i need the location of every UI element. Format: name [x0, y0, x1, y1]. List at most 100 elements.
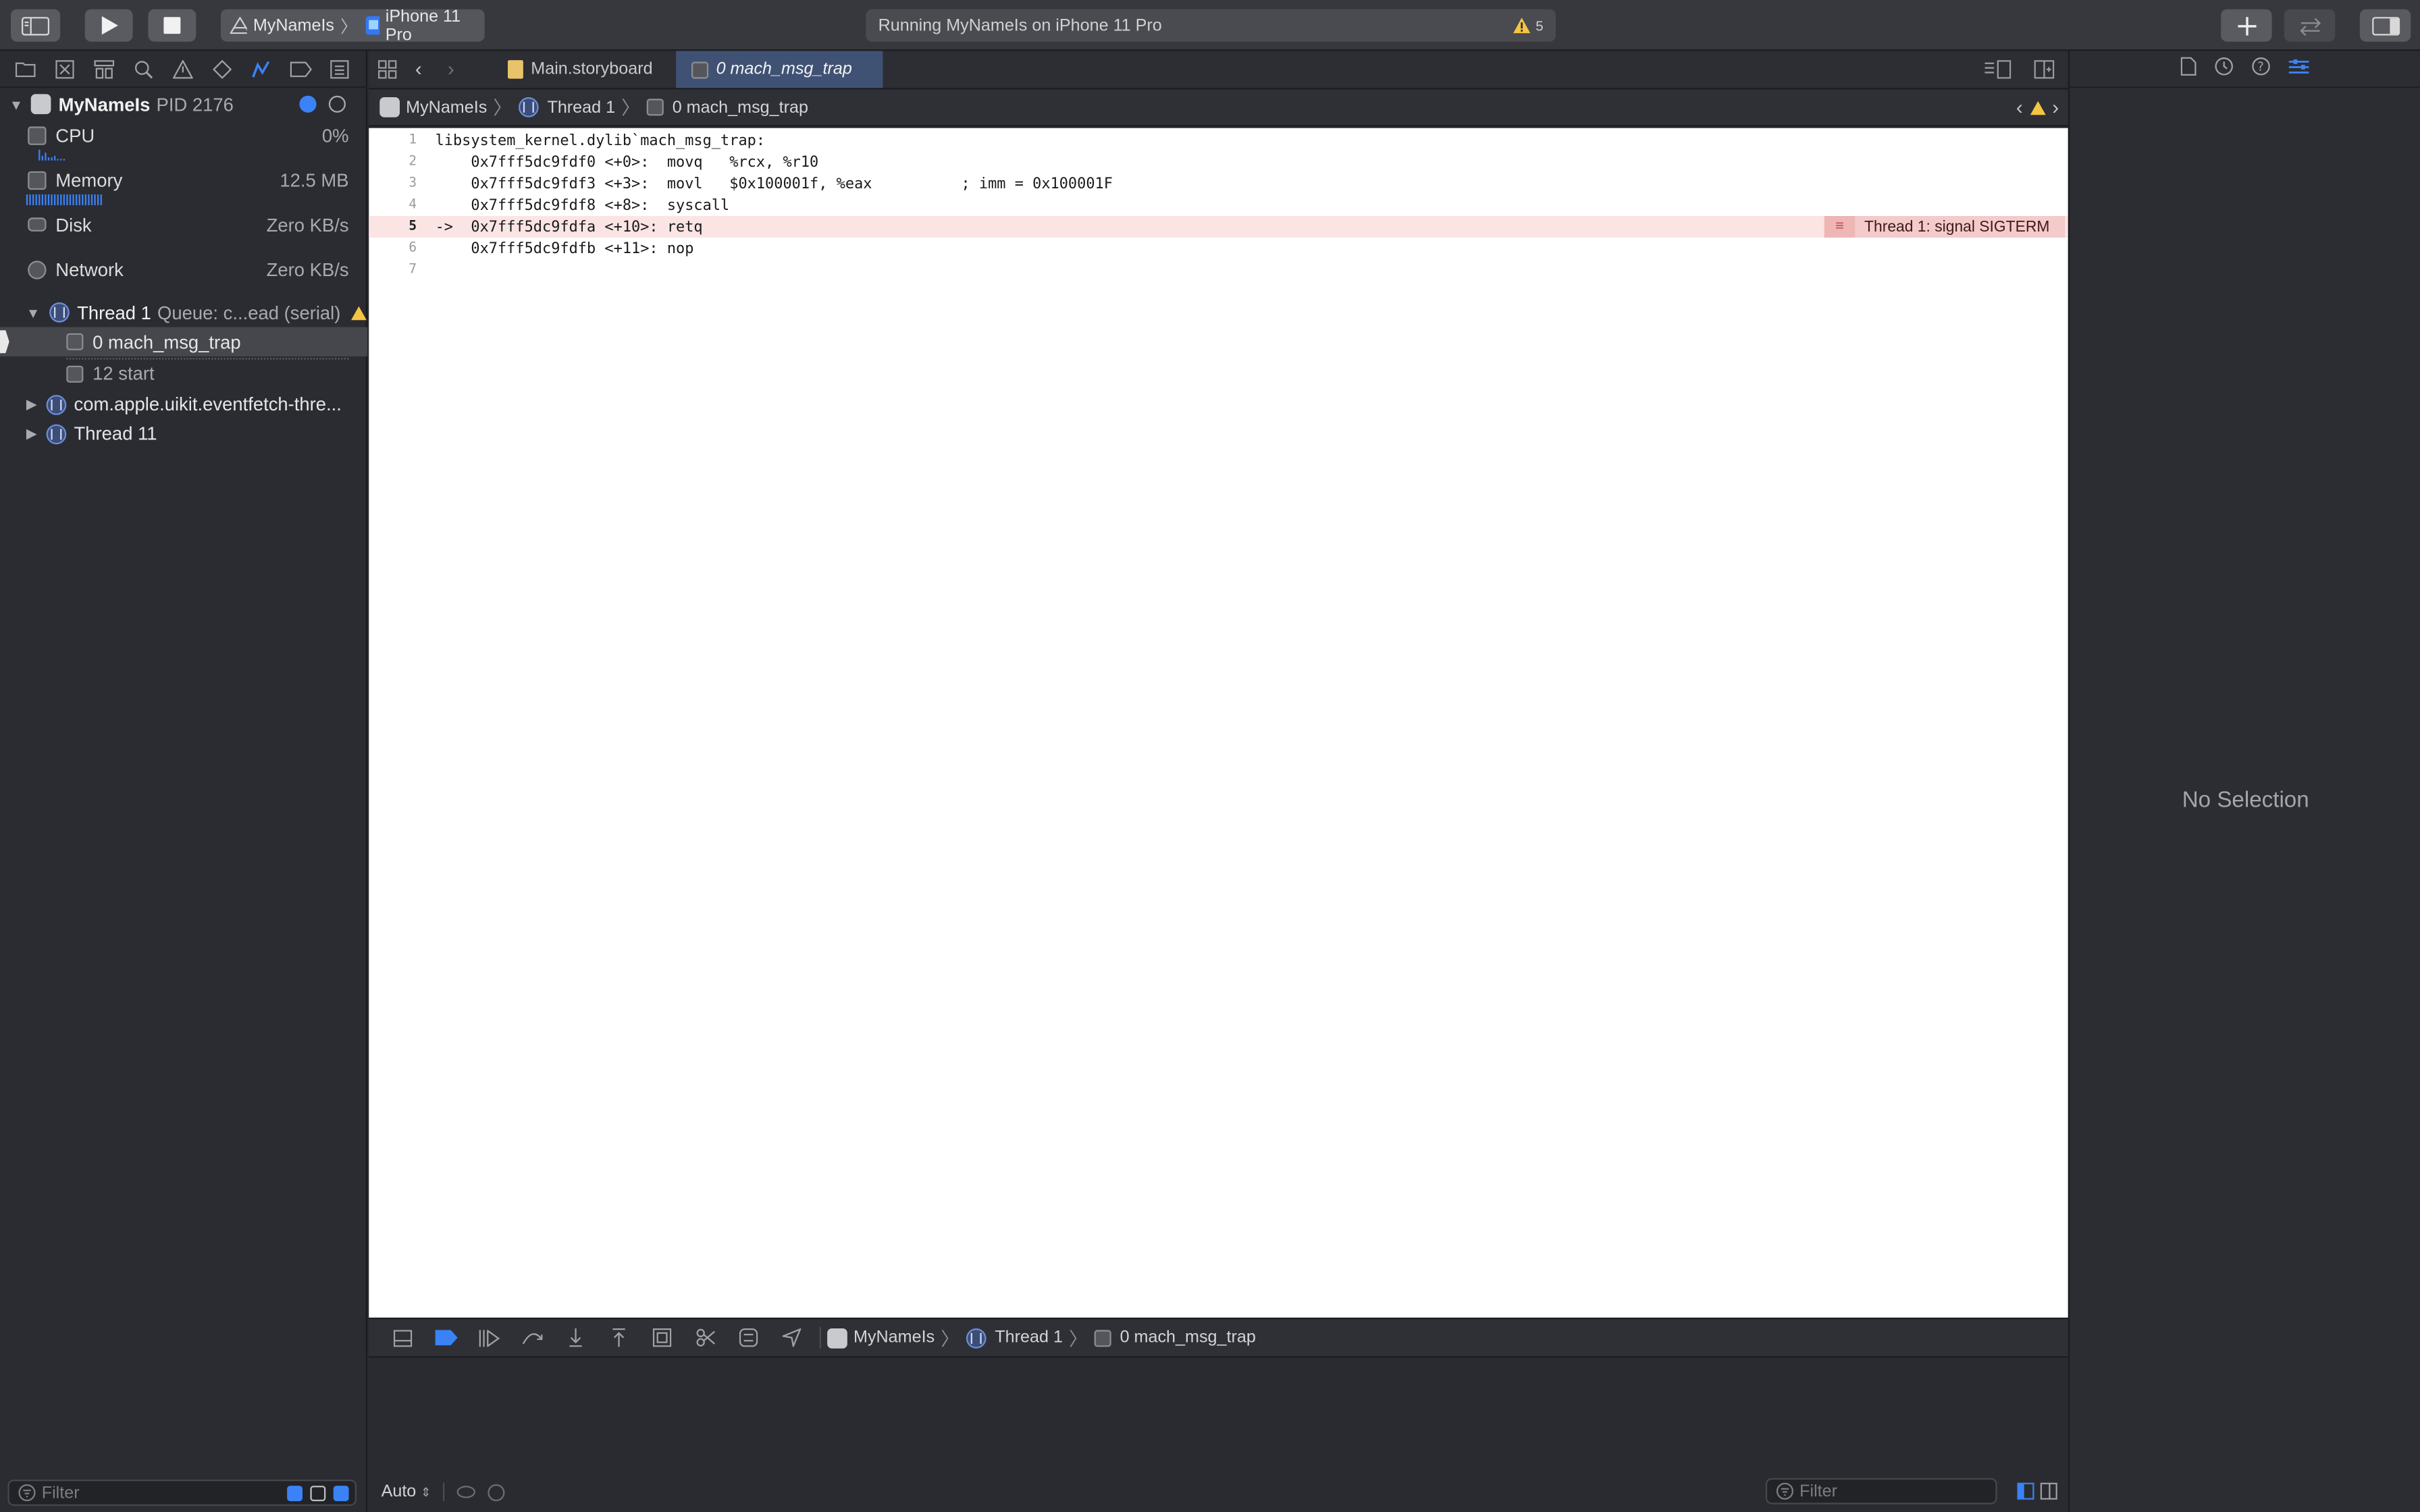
- gauge-value: 0%: [321, 124, 349, 146]
- scheme-selector[interactable]: MyNameIs 〉 iPhone 11 Pro: [220, 7, 485, 45]
- console-view-toggle-icon[interactable]: [2040, 1482, 2057, 1505]
- file-inspector-icon[interactable]: [2180, 57, 2197, 80]
- breadcrumb-label: Thread 1: [995, 1328, 1063, 1347]
- continue-icon[interactable]: [468, 1329, 511, 1347]
- history-inspector-icon[interactable]: [2215, 57, 2233, 80]
- breakpoint-icon[interactable]: [288, 58, 313, 80]
- symbol-icon[interactable]: [92, 58, 117, 80]
- frame-separator: [66, 358, 349, 360]
- info-icon[interactable]: [488, 1483, 506, 1501]
- disclosure-closed-icon[interactable]: ▶: [26, 396, 37, 412]
- debug-navigator-icon[interactable]: [249, 58, 274, 80]
- breadcrumb-project[interactable]: MyNameIs: [379, 97, 487, 117]
- attributes-inspector-icon[interactable]: [2288, 58, 2309, 80]
- breadcrumb-frame[interactable]: 0 mach_msg_trap: [1093, 1328, 1256, 1347]
- console-filter-field[interactable]: Filter: [1765, 1478, 1997, 1505]
- chevron-right-icon[interactable]: ›: [448, 57, 454, 80]
- debug-console-area[interactable]: Auto ⇕ Filter: [369, 1357, 2068, 1512]
- tab-mach-msg-trap[interactable]: 0 mach_msg_trap: [676, 51, 883, 88]
- tab-main-storyboard[interactable]: Main.storyboard: [492, 51, 675, 88]
- variables-view-toggle-icon[interactable]: [2017, 1482, 2034, 1505]
- code-review-button[interactable]: [2284, 9, 2336, 42]
- gauge-cpu[interactable]: CPU 0%: [0, 124, 367, 146]
- step-into-icon[interactable]: [554, 1328, 598, 1347]
- scheme-device-name: iPhone 11 Pro: [385, 7, 461, 45]
- disassembly-editor[interactable]: 1 libsystem_kernel.dylib`mach_msg_trap: …: [369, 128, 2068, 1318]
- disk-icon: [28, 217, 47, 232]
- navigator-filter-field[interactable]: Filter: [7, 1480, 357, 1506]
- search-icon[interactable]: [131, 58, 156, 80]
- filter-placeholder: Filter: [41, 1483, 80, 1503]
- breadcrumb-thread[interactable]: Thread 1: [518, 97, 615, 117]
- breakpoints-toggle-icon[interactable]: [425, 1330, 468, 1346]
- chevron-left-icon[interactable]: ‹: [415, 57, 422, 80]
- test-icon[interactable]: [210, 58, 235, 80]
- view-hierarchy-icon[interactable]: [641, 1328, 684, 1347]
- console-mode-label: Auto: [381, 1482, 417, 1501]
- previous-issue-icon[interactable]: ‹: [2016, 96, 2023, 119]
- memory-graph-icon[interactable]: [684, 1328, 727, 1347]
- next-issue-icon[interactable]: ›: [2052, 96, 2059, 119]
- activity-viewer[interactable]: Running MyNameIs on iPhone 11 Pro 5: [866, 9, 1556, 42]
- gauge-memory[interactable]: Memory 12.5 MB: [0, 168, 367, 191]
- error-message: Thread 1: signal SIGTERM: [1855, 216, 2066, 238]
- chevron-right-icon: 〉: [493, 97, 512, 119]
- step-out-icon[interactable]: [598, 1328, 641, 1347]
- gauge-network[interactable]: Network Zero KB/s: [0, 258, 367, 281]
- disclosure-open-icon[interactable]: ▼: [9, 97, 23, 112]
- console-mode-select[interactable]: Auto ⇕: [382, 1483, 431, 1501]
- editor-tab-bar: ‹ › Main.storyboard 0 mach_msg_trap: [369, 51, 2068, 90]
- split-editor-icon[interactable]: [2034, 60, 2055, 83]
- program-counter-icon: [0, 330, 9, 354]
- hide-debug-area-icon[interactable]: [382, 1329, 425, 1347]
- breadcrumb-label: Thread 1: [547, 98, 616, 117]
- thread-row[interactable]: ▶ Thread 11: [0, 421, 367, 446]
- gauge-disk[interactable]: Disk Zero KB/s: [0, 213, 367, 236]
- stop-button[interactable]: [148, 9, 196, 42]
- line-number: 7: [409, 262, 417, 278]
- related-items-icon[interactable]: [378, 60, 397, 83]
- line-text: -> 0x7fff5dc9fdfa <+10>: retq: [435, 218, 703, 236]
- code-line: 6 0x7fff5dc9fdfb <+11>: nop: [369, 238, 2068, 259]
- filter-option-icon[interactable]: [333, 1486, 349, 1501]
- breadcrumb-project[interactable]: MyNameIs: [827, 1327, 935, 1348]
- filter-option-icon[interactable]: [287, 1486, 303, 1501]
- frame-row-selected[interactable]: 0 mach_msg_trap: [0, 327, 367, 356]
- folder-icon[interactable]: [14, 58, 38, 80]
- code-line: 3 0x7fff5dc9fdf3 <+3>: movl $0x100001f, …: [369, 173, 2068, 194]
- process-row[interactable]: ▼ MyNameIs PID 2176: [0, 91, 367, 117]
- help-inspector-icon[interactable]: ?: [2252, 57, 2270, 80]
- app-icon: [827, 1327, 847, 1348]
- frame-icon: [1093, 1329, 1111, 1347]
- eye-icon[interactable]: [457, 1486, 476, 1498]
- library-button[interactable]: [2221, 9, 2272, 42]
- line-text: 0x7fff5dc9fdf0 <+0>: movq %rcx, %r10: [435, 153, 819, 171]
- error-annotation[interactable]: ≡ Thread 1: signal SIGTERM: [1824, 216, 2066, 238]
- report-icon[interactable]: [327, 58, 352, 80]
- disclosure-closed-icon[interactable]: ▶: [26, 425, 37, 442]
- step-over-icon[interactable]: [511, 1329, 554, 1346]
- simulate-location-icon[interactable]: [770, 1328, 814, 1347]
- environment-overrides-icon[interactable]: [727, 1328, 770, 1347]
- thread-name: Thread 11: [74, 423, 157, 445]
- gauge-label: Network: [55, 258, 124, 280]
- warning-icon[interactable]: [2029, 99, 2046, 115]
- toggle-inspector-button[interactable]: [2359, 9, 2411, 42]
- disclosure-open-icon[interactable]: ▼: [26, 304, 40, 320]
- info-icon[interactable]: [299, 95, 317, 113]
- pause-process-icon[interactable]: [328, 95, 346, 113]
- breadcrumb-thread[interactable]: Thread 1: [965, 1327, 1063, 1348]
- thread-icon: [49, 302, 70, 323]
- run-button[interactable]: [84, 9, 133, 42]
- issue-icon[interactable]: [171, 58, 196, 80]
- device-icon: [365, 16, 379, 35]
- thread-row[interactable]: ▶ com.apple.uikit.eventfetch-thre...: [0, 392, 367, 417]
- warning-indicator[interactable]: 5: [1512, 17, 1544, 34]
- toggle-navigator-button[interactable]: [11, 9, 61, 42]
- filter-option-icon[interactable]: [310, 1486, 326, 1501]
- frame-row[interactable]: 12 start: [0, 361, 367, 386]
- thread-row[interactable]: ▼ Thread 1 Queue: c...ead (serial): [0, 301, 367, 324]
- source-control-icon[interactable]: [53, 58, 78, 80]
- breadcrumb-frame[interactable]: 0 mach_msg_trap: [646, 98, 808, 117]
- editor-options-icon[interactable]: [1984, 60, 2011, 83]
